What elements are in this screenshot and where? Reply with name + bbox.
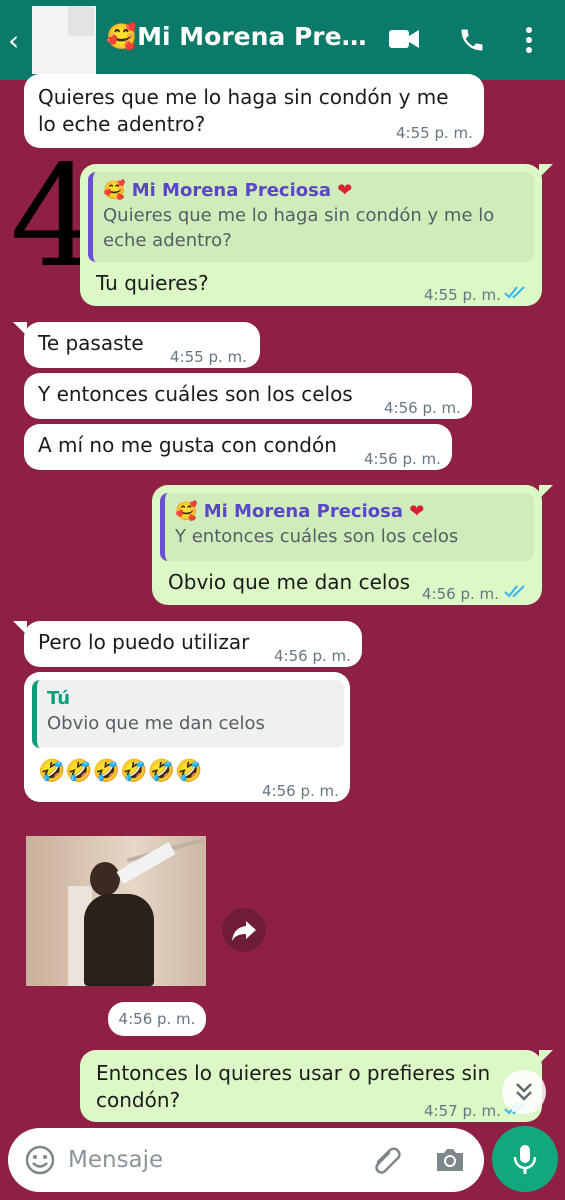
message-time: 4:57 p. m. — [424, 1102, 501, 1120]
chat-header: ‹ 🥰Mi Morena Precio… — [0, 0, 565, 80]
more-options-icon[interactable] — [524, 26, 534, 58]
message-outgoing[interactable]: 🥰 Mi Morena Preciosa ❤ Quieres que me lo… — [80, 164, 553, 306]
message-time: 4:56 p. m. — [262, 782, 339, 800]
quoted-message[interactable]: 🥰 Mi Morena Preciosa ❤ Quieres que me lo… — [88, 172, 534, 262]
message-text: Y entonces cuáles son los celos — [38, 382, 353, 406]
message-text: Pero lo puedo utilizar — [38, 630, 250, 654]
read-ticks-icon — [504, 286, 525, 299]
quote-text: Quieres que me lo haga sin condón y me l… — [103, 205, 495, 251]
message-time: 4:55 p. m. — [170, 348, 247, 366]
microphone-icon — [513, 1145, 537, 1174]
back-arrow-icon[interactable]: ‹ — [8, 24, 19, 57]
video-call-icon[interactable] — [388, 26, 420, 56]
quoted-message[interactable]: 🥰 Mi Morena Preciosa ❤ Y entonces cuáles… — [160, 493, 534, 561]
contact-name[interactable]: 🥰Mi Morena Precio… — [106, 22, 376, 52]
message-time: 4:56 p. m. — [274, 647, 351, 665]
forward-button[interactable] — [222, 908, 266, 952]
message-composer — [8, 1128, 484, 1192]
voice-message-button[interactable] — [492, 1126, 558, 1192]
message-time: 4:55 p. m. — [396, 124, 473, 142]
message-incoming[interactable]: Y entonces cuáles son los celos 4:56 p. … — [24, 373, 472, 419]
message-text: A mí no me gusta con condón — [38, 433, 337, 457]
quote-author: 🥰 Mi Morena Preciosa ❤ — [103, 180, 353, 201]
scroll-down-button[interactable] — [502, 1070, 546, 1114]
image-message[interactable] — [26, 836, 206, 986]
message-text: Tu quieres? — [96, 271, 209, 295]
message-outgoing[interactable]: 🥰 Mi Morena Preciosa ❤ Y entonces cuáles… — [152, 485, 553, 605]
contact-avatar[interactable] — [32, 6, 96, 74]
message-input[interactable] — [68, 1142, 358, 1178]
double-chevron-down-icon — [516, 1083, 532, 1101]
quote-text: Y entonces cuáles son los celos — [175, 526, 459, 547]
quoted-message[interactable]: Tú Obvio que me dan celos — [32, 680, 344, 748]
message-time: 4:56 p. m. — [422, 585, 499, 603]
message-list[interactable]: Quieres que me lo haga sin condón y me l… — [0, 74, 565, 1122]
quote-author: 🥰 Mi Morena Preciosa ❤ — [175, 501, 425, 522]
forward-icon — [232, 921, 256, 941]
message-text: Quieres que me lo haga sin condón y me l… — [38, 85, 449, 136]
camera-icon[interactable] — [434, 1146, 466, 1178]
message-time: 4:56 p. m. — [108, 1002, 206, 1036]
message-text: Te pasaste — [38, 331, 144, 355]
voice-call-icon[interactable] — [458, 26, 486, 58]
message-time: 4:55 p. m. — [424, 286, 501, 304]
message-time: 4:56 p. m. — [364, 450, 441, 468]
quote-text: Obvio que me dan celos — [47, 713, 265, 734]
message-outgoing[interactable]: Entonces lo quieres usar o prefieres sin… — [80, 1050, 553, 1122]
message-incoming[interactable]: Tú Obvio que me dan celos 🤣🤣🤣🤣🤣🤣 4:56 p.… — [24, 672, 350, 802]
message-incoming[interactable]: A mí no me gusta con condón 4:56 p. m. — [24, 424, 452, 470]
emoji-icon[interactable] — [24, 1144, 56, 1180]
paperclip-icon[interactable] — [370, 1144, 404, 1180]
message-time: 4:56 p. m. — [384, 399, 461, 417]
read-ticks-icon — [504, 585, 525, 598]
heart-icon: ❤ — [337, 180, 353, 201]
quote-author: Tú — [47, 688, 71, 709]
heart-icon: ❤ — [409, 501, 425, 522]
message-incoming[interactable]: Pero lo puedo utilizar 4:56 p. m. — [13, 621, 362, 667]
message-text: 🤣🤣🤣🤣🤣🤣 — [38, 759, 203, 784]
message-incoming[interactable]: Te pasaste 4:55 p. m. — [13, 322, 260, 368]
message-text: Obvio que me dan celos — [168, 570, 411, 594]
